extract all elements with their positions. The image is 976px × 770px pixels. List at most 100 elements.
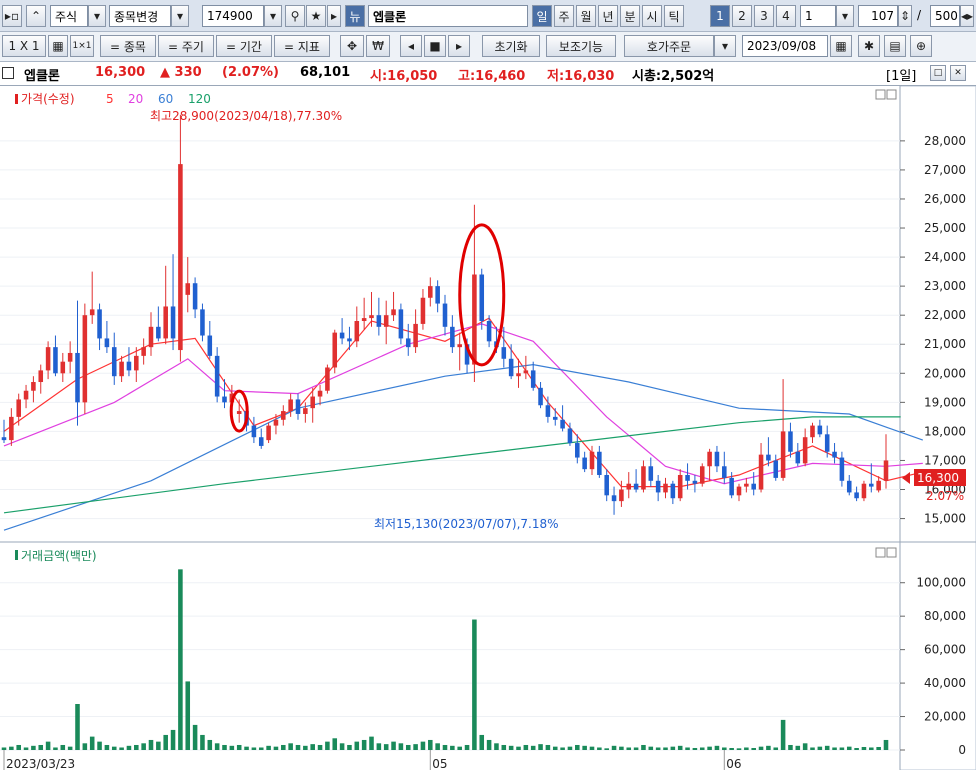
count-stepper[interactable]: ⇕ [898,5,912,27]
candle-body [428,286,433,298]
volume-bar [156,741,161,750]
num-3[interactable]: 3 [754,5,774,27]
candle-body [611,495,617,502]
print-icon[interactable]: ▤ [884,35,906,57]
volume-bar [1,747,7,750]
assist-button[interactable]: 보조기능 [546,35,616,57]
market-dropdown-icon[interactable]: ▾ [88,5,106,27]
candle-body [60,361,66,374]
checkbox-icon[interactable] [2,67,14,79]
market-select[interactable]: 주식 [50,5,88,27]
scroll-left-right-icon[interactable]: ◂▸ [960,5,974,27]
volume-bar [854,747,859,750]
volume-bar [53,747,58,750]
grid-icon[interactable]: ▦ [48,35,68,57]
won-icon[interactable]: ₩ [366,35,390,57]
volume-bar [582,745,587,750]
period-day[interactable]: 일 [532,5,552,27]
price-tick-label: 21,000 [924,337,966,351]
stock-code-input[interactable]: 174900 [202,5,264,27]
quote-bar: 엡클론 16,300 ▲ 330 (2.07%) 68,101 시:16,050… [0,62,976,86]
period-tick[interactable]: 틱 [664,5,684,27]
volume-panel-min-icon[interactable] [875,547,886,558]
volume-bar [369,736,374,750]
indicator-button[interactable]: = 지표 [274,35,330,57]
num-dropdown-icon[interactable]: ▾ [836,5,854,27]
candle-body [648,466,654,481]
num-1[interactable]: 1 [710,5,730,27]
volume-gridlines [0,582,900,751]
candle-body [156,326,161,339]
period-week[interactable]: 주 [554,5,574,27]
move-icon[interactable]: ✥ [340,35,364,57]
code-dropdown-icon[interactable]: ▾ [264,5,282,27]
quote-change: ▲ 330 [160,65,202,80]
search-icon[interactable]: ⚲ [285,5,305,27]
candle-body [266,425,271,441]
settings-extra-icon[interactable]: ⊕ [910,35,932,57]
num-2[interactable]: 2 [732,5,752,27]
prev-icon[interactable]: ◂ [400,35,422,57]
volume-bar [597,747,602,750]
date-input[interactable]: 2023/09/08 [742,35,828,57]
num-input[interactable]: 1 [800,5,836,27]
num-4[interactable]: 4 [776,5,796,27]
stop-icon[interactable]: ■ [424,35,446,57]
order-dropdown-icon[interactable]: ▾ [714,35,736,57]
volume-bar [523,744,529,750]
panel-toggle-button[interactable]: ▸▫ [2,5,22,27]
volume-bar [832,747,837,750]
reset-button[interactable]: 초기화 [482,35,540,57]
up-arrow-icon[interactable]: ⌃ [26,5,46,27]
period-year[interactable]: 년 [598,5,618,27]
candle-body [538,387,543,406]
period-minute[interactable]: 분 [620,5,640,27]
candle-body [450,326,455,348]
maximize-icon[interactable]: □ [930,65,946,81]
volume-bar [670,746,676,750]
total-input[interactable]: 500 [930,5,960,27]
news-icon[interactable]: 뉴 [345,5,365,27]
change-stock-dropdown-icon[interactable]: ▾ [171,5,189,27]
price-legend-marker [15,94,18,104]
gear-icon[interactable]: ✱ [858,35,880,57]
layout-button[interactable]: 1 X 1 [2,35,46,57]
period-hour[interactable]: 시 [642,5,662,27]
volume-panel-close-icon[interactable] [886,547,897,558]
volume-bar [420,741,426,750]
candle-body [810,425,815,438]
candle-body [575,443,580,458]
calendar-icon[interactable]: ▦ [830,35,852,57]
period-month[interactable]: 월 [576,5,596,27]
stock-button[interactable]: = 종목 [100,35,156,57]
volume-bar [178,569,183,750]
next-icon[interactable]: ▸ [448,35,470,57]
candle-body [883,460,889,481]
date-tick-label: 06 [726,757,741,770]
period-button[interactable]: = 기간 [216,35,272,57]
price-panel-min-icon[interactable] [875,89,886,100]
volume-bar [464,744,470,750]
volume-bar [633,747,639,750]
order-button[interactable]: 호가주문 [624,35,714,57]
quote-low: 저:16,030 [547,69,615,84]
count-input[interactable]: 107 [858,5,898,27]
volume-bar [714,745,720,750]
candle-body [222,396,227,403]
close-icon[interactable]: ✕ [950,65,966,81]
volume-bar [486,739,492,750]
single-layout-icon[interactable]: 1×1 [70,35,94,57]
stock-chart[interactable]: 15,00016,00017,00018,00019,00020,00021,0… [0,86,976,770]
play-icon[interactable]: ▸ [327,5,341,27]
volume-bar [38,744,44,750]
candle-body [141,347,146,356]
price-legend-title: 가격(수정) [21,92,75,106]
favorite-star-icon[interactable]: ★ [306,5,326,27]
candle-body [795,451,801,464]
volume-bar [236,744,242,750]
change-stock-select[interactable]: 종목변경 [109,5,171,27]
candle-body [383,315,389,327]
price-panel-close-icon[interactable] [886,89,897,100]
candle-body [23,390,29,400]
cycle-button[interactable]: = 주기 [158,35,214,57]
